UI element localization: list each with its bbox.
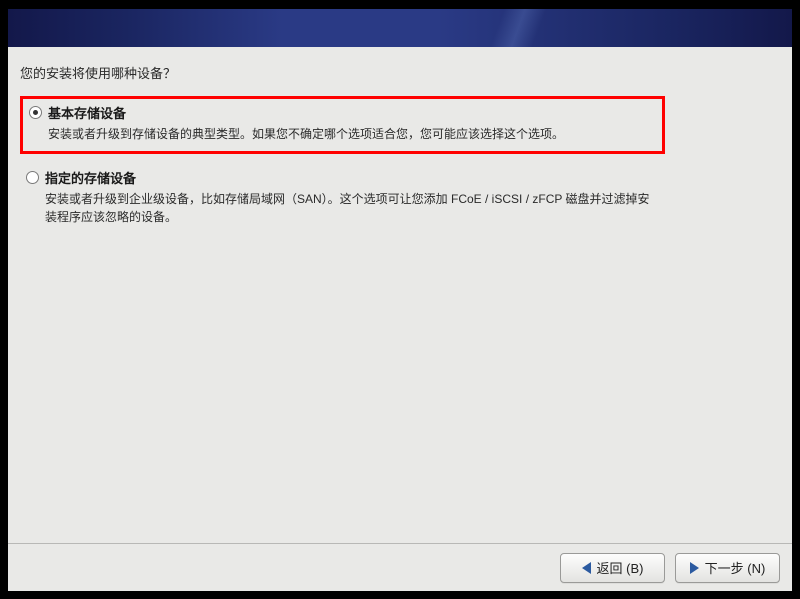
- arrow-left-icon: [582, 562, 591, 574]
- highlight-box: 基本存储设备 安装或者升级到存储设备的典型类型。如果您不确定哪个选项适合您，您可…: [20, 96, 665, 154]
- next-button-label: 下一步 (N): [705, 558, 766, 577]
- option-basic-title: 基本存储设备: [48, 103, 656, 122]
- prompt-text: 您的安装将使用哪种设备？: [20, 63, 780, 82]
- back-button[interactable]: 返回 (B): [560, 553, 665, 583]
- option-specialized-text: 指定的存储设备 安装或者升级到企业级设备，比如存储局域网（SAN）。这个选项可让…: [45, 168, 654, 226]
- radio-basic-storage[interactable]: [29, 106, 42, 119]
- option-basic-desc: 安装或者升级到存储设备的典型类型。如果您不确定哪个选项适合您，您可能应该选择这个…: [48, 125, 656, 143]
- arrow-right-icon: [690, 562, 699, 574]
- option-basic-text: 基本存储设备 安装或者升级到存储设备的典型类型。如果您不确定哪个选项适合您，您可…: [48, 103, 656, 143]
- option-basic-storage[interactable]: 基本存储设备 安装或者升级到存储设备的典型类型。如果您不确定哪个选项适合您，您可…: [29, 103, 656, 143]
- content-area: 您的安装将使用哪种设备？ 基本存储设备 安装或者升级到存储设备的典型类型。如果您…: [8, 47, 792, 543]
- back-button-label: 返回 (B): [597, 558, 644, 577]
- option-specialized-title: 指定的存储设备: [45, 168, 654, 187]
- next-button[interactable]: 下一步 (N): [675, 553, 780, 583]
- option-specialized-storage[interactable]: 指定的存储设备 安装或者升级到企业级设备，比如存储局域网（SAN）。这个选项可让…: [20, 164, 660, 230]
- header-banner: [8, 9, 792, 47]
- footer-bar: 返回 (B) 下一步 (N): [8, 543, 792, 591]
- radio-specialized-storage[interactable]: [26, 171, 39, 184]
- option-specialized-desc: 安装或者升级到企业级设备，比如存储局域网（SAN）。这个选项可让您添加 FCoE…: [45, 190, 654, 226]
- installer-window: 您的安装将使用哪种设备？ 基本存储设备 安装或者升级到存储设备的典型类型。如果您…: [8, 9, 792, 591]
